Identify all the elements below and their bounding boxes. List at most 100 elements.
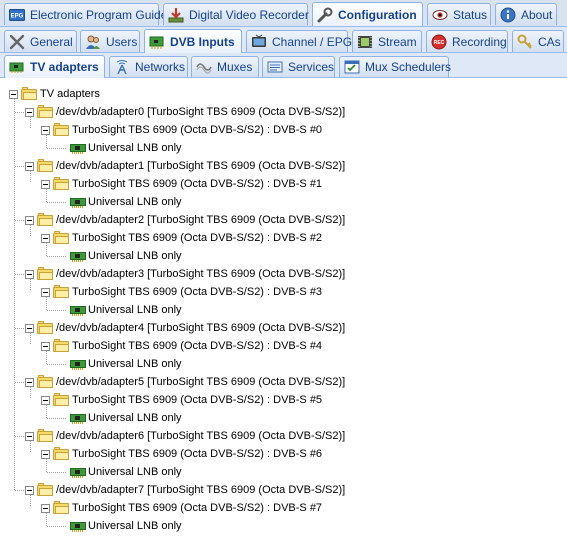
tree-frontend-node[interactable]: TurboSight TBS 6909 (Octa DVB-S/S2) : DV… [41,283,322,301]
tab-label: Stream [378,34,417,49]
tree-lnb-node[interactable]: Universal LNB only [70,301,182,319]
collapse-toggle[interactable] [9,89,18,99]
tab-tv-adapters[interactable]: TV adapters [4,55,105,78]
collapse-toggle[interactable] [41,395,50,405]
tree-connector [47,526,67,527]
adapter-icon [9,59,25,75]
node-label: TurboSight TBS 6909 (Octa DVB-S/S2) : DV… [72,232,323,244]
tree-lnb-node[interactable]: Universal LNB only [70,463,182,481]
tab-recording[interactable]: REC Recording [426,30,508,52]
tab-status[interactable]: Status [427,3,491,25]
collapse-toggle[interactable] [25,431,34,441]
tab-services[interactable]: Services [262,56,335,77]
tab-muxes[interactable]: Muxes [191,56,259,77]
tree-root[interactable]: TV adapters [9,85,100,103]
tree-adapter-node[interactable]: /dev/dvb/adapter4 [TurboSight TBS 6909 (… [25,319,345,337]
collapse-toggle[interactable] [41,341,50,351]
tree-adapter-node[interactable]: /dev/dvb/adapter7 [TurboSight TBS 6909 (… [25,481,345,499]
tree-frontend-node[interactable]: TurboSight TBS 6909 (Octa DVB-S/S2) : DV… [41,499,322,517]
collapse-toggle[interactable] [25,377,34,387]
tree-connector [30,387,31,399]
tab-networks[interactable]: Networks [109,56,188,77]
tree-adapter-node[interactable]: /dev/dvb/adapter0 [TurboSight TBS 6909 (… [25,103,345,121]
node-label: /dev/dvb/adapter0 [TurboSight TBS 6909 (… [56,106,346,118]
tree-lnb-node[interactable]: Universal LNB only [70,247,182,265]
svg-text:REC: REC [434,40,445,46]
tree-lnb-node[interactable]: Universal LNB only [70,409,182,427]
tree-connector [46,459,47,472]
tree-frontend-node[interactable]: TurboSight TBS 6909 (Octa DVB-S/S2) : DV… [41,229,322,247]
tree-frontend-node[interactable]: TurboSight TBS 6909 (Octa DVB-S/S2) : DV… [41,121,322,139]
tree-frontend-node[interactable]: TurboSight TBS 6909 (Octa DVB-S/S2) : DV… [41,391,322,409]
lnb-card-icon [70,413,86,424]
tab-channel-epg[interactable]: Channel / EPG [246,30,352,52]
tree-lnb-node[interactable]: Universal LNB only [70,193,182,211]
tab-general[interactable]: General [4,30,77,52]
node-label: Universal LNB only [88,520,182,532]
tree-connector [30,225,31,237]
collapse-toggle[interactable] [41,287,50,297]
collapse-toggle[interactable] [25,107,34,117]
node-label: Universal LNB only [88,142,182,154]
tree-frontend-node[interactable]: TurboSight TBS 6909 (Octa DVB-S/S2) : DV… [41,337,322,355]
tab-users[interactable]: Users [80,30,140,52]
collapse-toggle[interactable] [25,215,34,225]
collapse-toggle[interactable] [25,485,34,495]
collapse-toggle[interactable] [41,179,50,189]
node-label: TurboSight TBS 6909 (Octa DVB-S/S2) : DV… [72,286,323,298]
download-icon [168,7,184,23]
tree-adapter-node[interactable]: /dev/dvb/adapter6 [TurboSight TBS 6909 (… [25,427,345,445]
tab-label: Status [453,7,488,22]
collapse-toggle[interactable] [41,503,50,513]
tab-label: Channel / EPG [272,34,353,49]
tree-adapter-node[interactable]: /dev/dvb/adapter5 [TurboSight TBS 6909 (… [25,373,345,391]
scheduler-icon [344,59,360,75]
tab-epg[interactable]: EPG Electronic Program Guide [4,3,167,25]
lnb-card-icon [70,305,86,316]
tree-frontend-node[interactable]: TurboSight TBS 6909 (Octa DVB-S/S2) : DV… [41,175,322,193]
tree-lnb-node[interactable]: Universal LNB only [70,355,182,373]
node-label: Universal LNB only [88,250,182,262]
collapse-toggle[interactable] [41,449,50,459]
tab-label: Muxes [217,60,253,74]
collapse-toggle[interactable] [25,161,34,171]
node-label: TurboSight TBS 6909 (Octa DVB-S/S2) : DV… [72,502,323,514]
tree-connector [15,490,24,491]
node-label: /dev/dvb/adapter1 [TurboSight TBS 6909 (… [56,160,346,172]
node-label: Universal LNB only [88,466,182,478]
tree-connector [30,171,31,183]
lnb-card-icon [70,143,86,154]
tab-dvr[interactable]: Digital Video Recorder [163,3,309,25]
collapse-toggle[interactable] [25,323,34,333]
tree-connector [47,148,67,149]
tab-cas[interactable]: CAs [512,30,564,52]
folder-icon [37,105,53,118]
tree-lnb-node[interactable]: Universal LNB only [70,139,182,157]
tab-stream[interactable]: Stream [352,30,422,52]
tab-dvb-inputs[interactable]: DVB Inputs [144,29,242,53]
television-icon [251,34,267,50]
node-label: Universal LNB only [88,412,182,424]
collapse-toggle[interactable] [25,269,34,279]
tree-adapter-node[interactable]: /dev/dvb/adapter3 [TurboSight TBS 6909 (… [25,265,345,283]
tab-label: Services [288,60,335,74]
tree-connector [15,436,24,437]
node-label: Universal LNB only [88,304,182,316]
tree-adapter-node[interactable]: /dev/dvb/adapter2 [TurboSight TBS 6909 (… [25,211,345,229]
tree-lnb-node[interactable]: Universal LNB only [70,517,182,535]
collapse-toggle[interactable] [41,233,50,243]
services-icon [267,59,283,75]
info-icon [500,7,516,23]
tree-connector [14,99,15,490]
node-label: Universal LNB only [88,358,182,370]
tree-adapter-node[interactable]: /dev/dvb/adapter1 [TurboSight TBS 6909 (… [25,157,345,175]
tree-frontend-node[interactable]: TurboSight TBS 6909 (Octa DVB-S/S2) : DV… [41,445,322,463]
tab-label: Networks [135,60,186,74]
folder-icon [53,177,69,190]
tab-mux-schedulers[interactable]: Mux Schedulers [339,56,451,77]
collapse-toggle[interactable] [41,125,50,135]
tab-about[interactable]: About [495,3,557,25]
tab-configuration[interactable]: Configuration [312,2,423,26]
folder-icon [53,339,69,352]
node-label: /dev/dvb/adapter5 [TurboSight TBS 6909 (… [56,376,346,388]
